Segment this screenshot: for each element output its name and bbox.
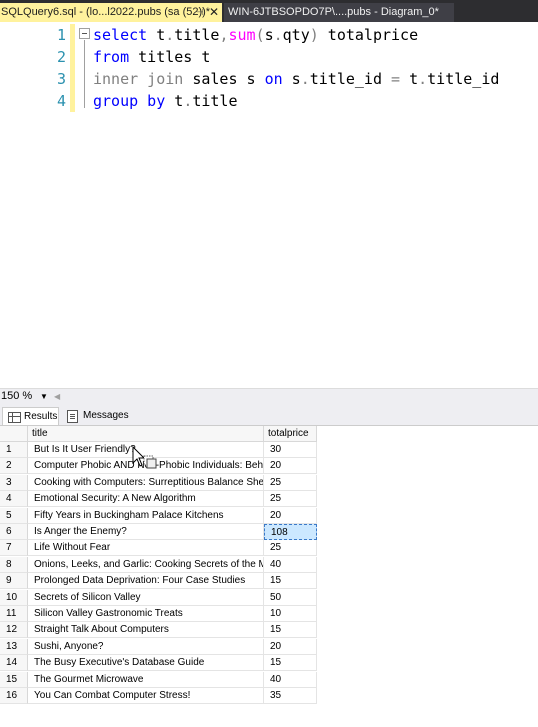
- cell-title[interactable]: Prolonged Data Deprivation: Four Case St…: [28, 573, 264, 590]
- tab-results[interactable]: Results: [2, 407, 59, 425]
- cell-totalprice[interactable]: 30: [264, 442, 317, 458]
- cell-title[interactable]: Cooking with Computers: Surreptitious Ba…: [28, 474, 264, 491]
- change-tracking-bar: [70, 24, 75, 112]
- tab-diagram[interactable]: WIN-6JTBSOPDO7P\....pubs - Diagram_0*: [224, 3, 454, 22]
- cell-totalprice[interactable]: 40: [264, 556, 317, 573]
- table-row[interactable]: 8 Onions, Leeks, and Garlic: Cooking Secr…: [0, 556, 318, 573]
- row-number[interactable]: 10: [0, 589, 28, 606]
- row-header-corner[interactable]: [0, 426, 28, 442]
- table-row[interactable]: 16 You Can Combat Computer Stress! 35: [0, 688, 318, 704]
- row-number[interactable]: 8: [0, 556, 28, 573]
- cell-totalprice[interactable]: 25: [264, 474, 317, 491]
- row-number[interactable]: 9: [0, 573, 28, 590]
- cell-title[interactable]: Emotional Security: A New Algorithm: [28, 491, 264, 508]
- row-number[interactable]: 3: [0, 474, 28, 491]
- row-number[interactable]: 16: [0, 688, 28, 704]
- cell-title[interactable]: The Gourmet Microwave: [28, 671, 264, 688]
- table-row[interactable]: 15 The Gourmet Microwave 40: [0, 671, 318, 688]
- zoom-bar: 150 % ▼ ◀: [0, 388, 538, 405]
- cell-totalprice[interactable]: 50: [264, 589, 317, 606]
- cell-title[interactable]: The Busy Executive's Database Guide: [28, 655, 264, 672]
- cell-totalprice[interactable]: 108: [264, 524, 317, 540]
- row-number[interactable]: 1: [0, 442, 28, 458]
- query-editor[interactable]: 1 2 3 4 select t.title,sum(s.qty) totalp…: [0, 22, 538, 388]
- messages-icon: [67, 410, 78, 423]
- tab-label: SQLQuery6.sql - (lo...l2022.pubs (sa (52…: [1, 6, 211, 18]
- row-number[interactable]: 15: [0, 671, 28, 688]
- row-number[interactable]: 6: [0, 524, 28, 540]
- outline-line: [84, 40, 85, 108]
- row-number[interactable]: 11: [0, 606, 28, 622]
- table-row[interactable]: 13 Sushi, Anyone? 20: [0, 638, 318, 655]
- document-tab-strip: SQLQuery6.sql - (lo...l2022.pubs (sa (52…: [0, 0, 538, 22]
- cell-title[interactable]: Fifty Years in Buckingham Palace Kitchen…: [28, 507, 264, 524]
- close-icon[interactable]: ✕: [209, 3, 219, 22]
- cell-title[interactable]: Straight Talk About Computers: [28, 622, 264, 639]
- column-header-title[interactable]: title: [28, 426, 264, 442]
- code-line-1: select t.title,sum(s.qty) totalprice: [93, 26, 419, 44]
- cell-totalprice[interactable]: 15: [264, 573, 317, 590]
- cell-title[interactable]: Silicon Valley Gastronomic Treats: [28, 606, 264, 622]
- pin-icon[interactable]: ⊣: [196, 3, 204, 22]
- table-row[interactable]: 11 Silicon Valley Gastronomic Treats 10: [0, 606, 318, 622]
- table-row[interactable]: 14 The Busy Executive's Database Guide 15: [0, 655, 318, 672]
- table-row[interactable]: 10 Secrets of Silicon Valley 50: [0, 589, 318, 606]
- tab-label: WIN-6JTBSOPDO7P\....pubs - Diagram_0*: [228, 6, 439, 18]
- cell-totalprice[interactable]: 20: [264, 507, 317, 524]
- scroll-left-icon[interactable]: ◀: [54, 390, 60, 404]
- row-number[interactable]: 13: [0, 638, 28, 655]
- cell-totalprice[interactable]: 35: [264, 688, 317, 704]
- line-number: 3: [56, 70, 66, 88]
- cell-totalprice[interactable]: 10: [264, 606, 317, 622]
- tab-sqlquery6[interactable]: SQLQuery6.sql - (lo...l2022.pubs (sa (52…: [0, 3, 222, 22]
- cell-totalprice[interactable]: 25: [264, 491, 317, 508]
- line-number: 4: [56, 92, 66, 110]
- grid-icon: [8, 412, 21, 423]
- cell-title[interactable]: Is Anger the Enemy?: [28, 524, 264, 540]
- table-row[interactable]: 3 Cooking with Computers: Surreptitious B…: [0, 474, 318, 491]
- code-line-2: from titles t: [93, 48, 211, 66]
- cell-totalprice[interactable]: 15: [264, 655, 317, 672]
- line-number: 2: [56, 48, 66, 66]
- code-line-4: group by t.title: [93, 92, 238, 110]
- zoom-dropdown-icon[interactable]: ▼: [40, 390, 48, 404]
- line-numbers: 1 2 3 4: [40, 24, 66, 112]
- cell-totalprice[interactable]: 20: [264, 458, 317, 475]
- tab-results-label: Results: [24, 411, 58, 422]
- results-tab-strip: Results Messages: [0, 405, 538, 426]
- tab-messages-label: Messages: [83, 410, 129, 421]
- table-row[interactable]: 4 Emotional Security: A New Algorithm 25: [0, 491, 318, 508]
- drag-copy-icon: [143, 455, 157, 469]
- cell-totalprice[interactable]: 40: [264, 671, 317, 688]
- line-number: 1: [56, 26, 66, 44]
- cell-title[interactable]: Secrets of Silicon Valley: [28, 589, 264, 606]
- zoom-level[interactable]: 150 %: [1, 390, 32, 402]
- table-row[interactable]: 1 But Is It User Friendly? 30: [0, 442, 318, 458]
- cell-totalprice[interactable]: 15: [264, 622, 317, 639]
- results-grid[interactable]: title totalprice 1 But Is It User Friendl…: [0, 426, 538, 727]
- table-row[interactable]: 12 Straight Talk About Computers 15: [0, 622, 318, 639]
- cell-title[interactable]: Sushi, Anyone?: [28, 638, 264, 655]
- table-row[interactable]: 5 Fifty Years in Buckingham Palace Kitche…: [0, 507, 318, 524]
- row-number[interactable]: 14: [0, 655, 28, 672]
- table-row[interactable]: 9 Prolonged Data Deprivation: Four Case S…: [0, 573, 318, 590]
- row-number[interactable]: 5: [0, 507, 28, 524]
- code-text[interactable]: select t.title,sum(s.qty) totalprice fro…: [93, 24, 499, 112]
- cell-totalprice[interactable]: 20: [264, 638, 317, 655]
- column-header-totalprice[interactable]: totalprice: [264, 426, 317, 442]
- row-number[interactable]: 7: [0, 540, 28, 557]
- cell-totalprice[interactable]: 25: [264, 540, 317, 557]
- cell-title[interactable]: Life Without Fear: [28, 540, 264, 557]
- table-row[interactable]: 6 Is Anger the Enemy? 108: [0, 524, 318, 540]
- row-number[interactable]: 12: [0, 622, 28, 639]
- row-number[interactable]: 2: [0, 458, 28, 475]
- code-line-3: inner join sales s on s.title_id = t.tit…: [93, 70, 500, 88]
- tab-messages[interactable]: Messages: [62, 407, 129, 424]
- table-row[interactable]: 2 Computer Phobic AND Non-Phobic Individu…: [0, 458, 318, 475]
- table-row[interactable]: 7 Life Without Fear 25: [0, 540, 318, 557]
- cell-title[interactable]: Onions, Leeks, and Garlic: Cooking Secre…: [28, 556, 264, 573]
- row-number[interactable]: 4: [0, 491, 28, 508]
- collapse-icon[interactable]: [79, 28, 90, 39]
- cell-title[interactable]: You Can Combat Computer Stress!: [28, 688, 264, 704]
